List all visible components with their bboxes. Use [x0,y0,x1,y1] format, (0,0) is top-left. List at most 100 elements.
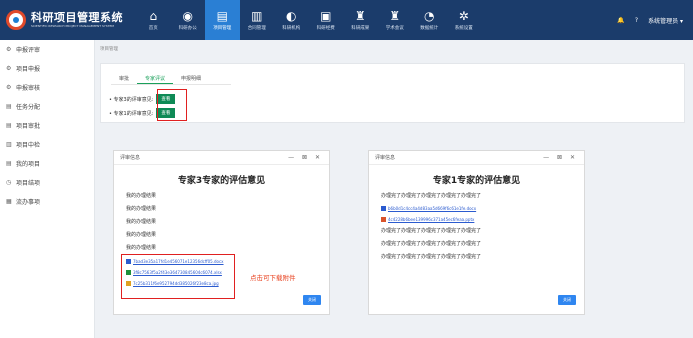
contract-icon: ▥ [251,9,263,23]
word-file-icon [381,206,386,211]
app-root: 科研项目管理系统 SCIENTIFIC RESEARCH PROJECT MAN… [0,0,693,338]
dialog-header: 评审信息 [120,155,141,161]
highlight-box-attachments [121,254,235,299]
nav-item-2[interactable]: ▤ 项目管理 [205,0,240,40]
chart-icon: ▥ [6,141,12,148]
doc-icon: ▤ [6,160,12,167]
sidebar-item-label: 任务分配 [16,104,41,111]
nav-item-4[interactable]: ◐ 科研机构 [274,0,309,40]
nav-item-1[interactable]: ◉ 科研办公 [171,0,206,40]
tab-bar: 审批 专家评议 申报明细 [111,73,231,85]
nav-item-label: 学术会议 [385,26,404,31]
dialog-line: 办理完了办理完了办理完了办理完了办理完了 [381,228,482,234]
trophy-icon: ♜ [354,9,366,23]
nav-item-label: 项目管理 [213,26,232,31]
nav-item-3[interactable]: ▥ 合同管理 [240,0,275,40]
institution-icon: ◐ [286,9,297,23]
grid-icon: ▦ [6,198,12,205]
sidebar-item-label: 申报审核 [16,85,41,92]
review-card: 审批 专家评议 申报明细 • 专家3的评审意见: 查看 • 专家1的评审意见: 查看 [100,63,685,123]
tab-1[interactable]: 专家评议 [137,73,174,84]
sidebar-item-7[interactable]: ◷ 项目结项 [0,173,94,192]
window-controls[interactable]: — ⊠ ✕ [288,154,323,161]
gear-icon: ⚙ [6,84,12,91]
nav-item-label: 科研经费 [316,26,335,31]
dialog-title: 专家3专家的评估意见 [177,176,266,186]
dialog-line: 我的办理结果 [126,219,157,225]
nav-item-label: 合同管理 [247,26,266,31]
sidebar-item-8[interactable]: ▦ 流办事项 [0,192,94,211]
nav-item-0[interactable]: ⌂ 首页 [136,0,171,40]
attachment-link[interactable]: b6b0d1c4cc4a4d83aa5d669f6c61e1fe.docx [381,203,584,214]
dialog-line: 办理完了办理完了办理完了办理完了办理完了 [381,241,482,247]
attachment-name[interactable]: 4c4228b6bee139996c371a45ec6feaa.pptx [388,214,474,225]
nav-item-9[interactable]: ✲ 系统设置 [447,0,482,40]
sidebar: ⚙ 申报评审 ⚙ 项目申报 ⚙ 申报审核 ▤ 任务分配 ▤ 项目审批 ▥ 项目中检 ▤ 我的项目 ◷ 项目结项… [0,40,95,338]
top-right-tools: 🔔 ? 系统管理员 ▾ [617,0,693,40]
attachment-link[interactable]: 4c4228b6bee139996c371a45ec6feaa.pptx [381,214,584,225]
help-icon[interactable]: ? [635,17,638,24]
sidebar-item-6[interactable]: ▤ 我的项目 [0,154,94,173]
tab-0[interactable]: 审批 [111,73,137,84]
breadcrumb: 项目管理 [100,47,118,52]
user-menu[interactable]: 系统管理员 ▾ [648,16,683,25]
close-button[interactable]: 关闭 [303,295,321,305]
main-nav: ⌂ 首页 ◉ 科研办公 ▤ 项目管理 ▥ 合同管理 ◐ 科研机构 ▣ 科研经费 ♜ 科研成果 ♜ 学术会议 ◔ 数… [136,0,481,40]
nav-item-label: 科研成果 [351,26,370,31]
sidebar-item-label: 项目申报 [16,66,41,73]
sidebar-item-1[interactable]: ⚙ 项目申报 [0,59,94,78]
gear-icon: ✲ [458,9,469,23]
nav-item-label: 首页 [148,26,158,31]
dialog-line: 办理完了办理完了办理完了办理完了办理完了 [381,254,482,260]
list-icon: ▤ [6,122,12,129]
sidebar-item-4[interactable]: ▤ 项目审批 [0,116,94,135]
highlight-box-view-buttons [157,89,187,121]
sidebar-item-5[interactable]: ▥ 项目中检 [0,135,94,154]
dialog-line: 我的办理结果 [126,232,157,238]
gear-icon: ⚙ [6,46,12,53]
top-nav-bar: 科研项目管理系统 SCIENTIFIC RESEARCH PROJECT MAN… [0,0,693,40]
sidebar-item-0[interactable]: ⚙ 申报评审 [0,40,94,59]
home-icon: ⌂ [149,9,158,23]
sidebar-item-label: 项目结项 [16,180,41,187]
clock-icon: ◷ [6,179,12,186]
annotation-text: 点击可下载附件 [250,274,296,282]
project-icon: ▤ [216,9,228,23]
sidebar-item-label: 申报评审 [16,47,41,54]
sidebar-item-3[interactable]: ▤ 任务分配 [0,97,94,116]
nav-item-label: 科研机构 [282,26,301,31]
office-icon: ◉ [182,9,193,23]
window-controls[interactable]: — ⊠ ✕ [543,154,578,161]
attachment-name[interactable]: b6b0d1c4cc4a4d83aa5d669f6c61e1fe.docx [388,203,476,214]
funding-icon: ▣ [320,9,332,23]
sidebar-item-label: 我的项目 [16,161,41,168]
gear-icon: ⚙ [6,65,12,72]
dialog-line: 办理完了办理完了办理完了办理完了办理完了 [381,193,482,199]
conference-icon: ♜ [389,9,401,23]
nav-item-8[interactable]: ◔ 数据统计 [412,0,447,40]
dialog-line: 我的办理结果 [126,206,157,212]
close-button[interactable]: 关闭 [558,295,576,305]
app-subtitle: SCIENTIFIC RESEARCH PROJECT MANAGEMENT S… [31,24,114,28]
app-title: 科研项目管理系统 [31,11,123,24]
dialog-header: 评审信息 [375,155,396,161]
logo: 科研项目管理系统 SCIENTIFIC RESEARCH PROJECT MAN… [0,10,136,30]
sidebar-item-label: 项目中检 [16,142,41,149]
ppt-file-icon [381,217,386,222]
chart-icon: ◔ [424,9,435,23]
nav-item-label: 系统设置 [454,26,473,31]
nav-item-label: 数据统计 [420,26,439,31]
sidebar-item-2[interactable]: ⚙ 申报审核 [0,78,94,97]
nav-item-5[interactable]: ▣ 科研经费 [309,0,344,40]
sidebar-item-label: 项目审批 [16,123,41,130]
dialog-title: 专家1专家的评估意见 [432,176,521,186]
nav-item-label: 科研办公 [178,26,197,31]
dialog-line: 我的办理结果 [126,193,157,199]
nav-item-6[interactable]: ♜ 科研成果 [343,0,378,40]
task-icon: ▤ [6,103,12,110]
bell-icon[interactable]: 🔔 [617,17,624,24]
tab-2[interactable]: 申报明细 [173,73,209,84]
sidebar-item-label: 流办事项 [16,199,41,206]
dialog-expert1: 评审信息 — ⊠ ✕ 专家1专家的评估意见 办理完了办理完了办理完了办理完了办理… [368,150,585,315]
nav-item-7[interactable]: ♜ 学术会议 [378,0,413,40]
